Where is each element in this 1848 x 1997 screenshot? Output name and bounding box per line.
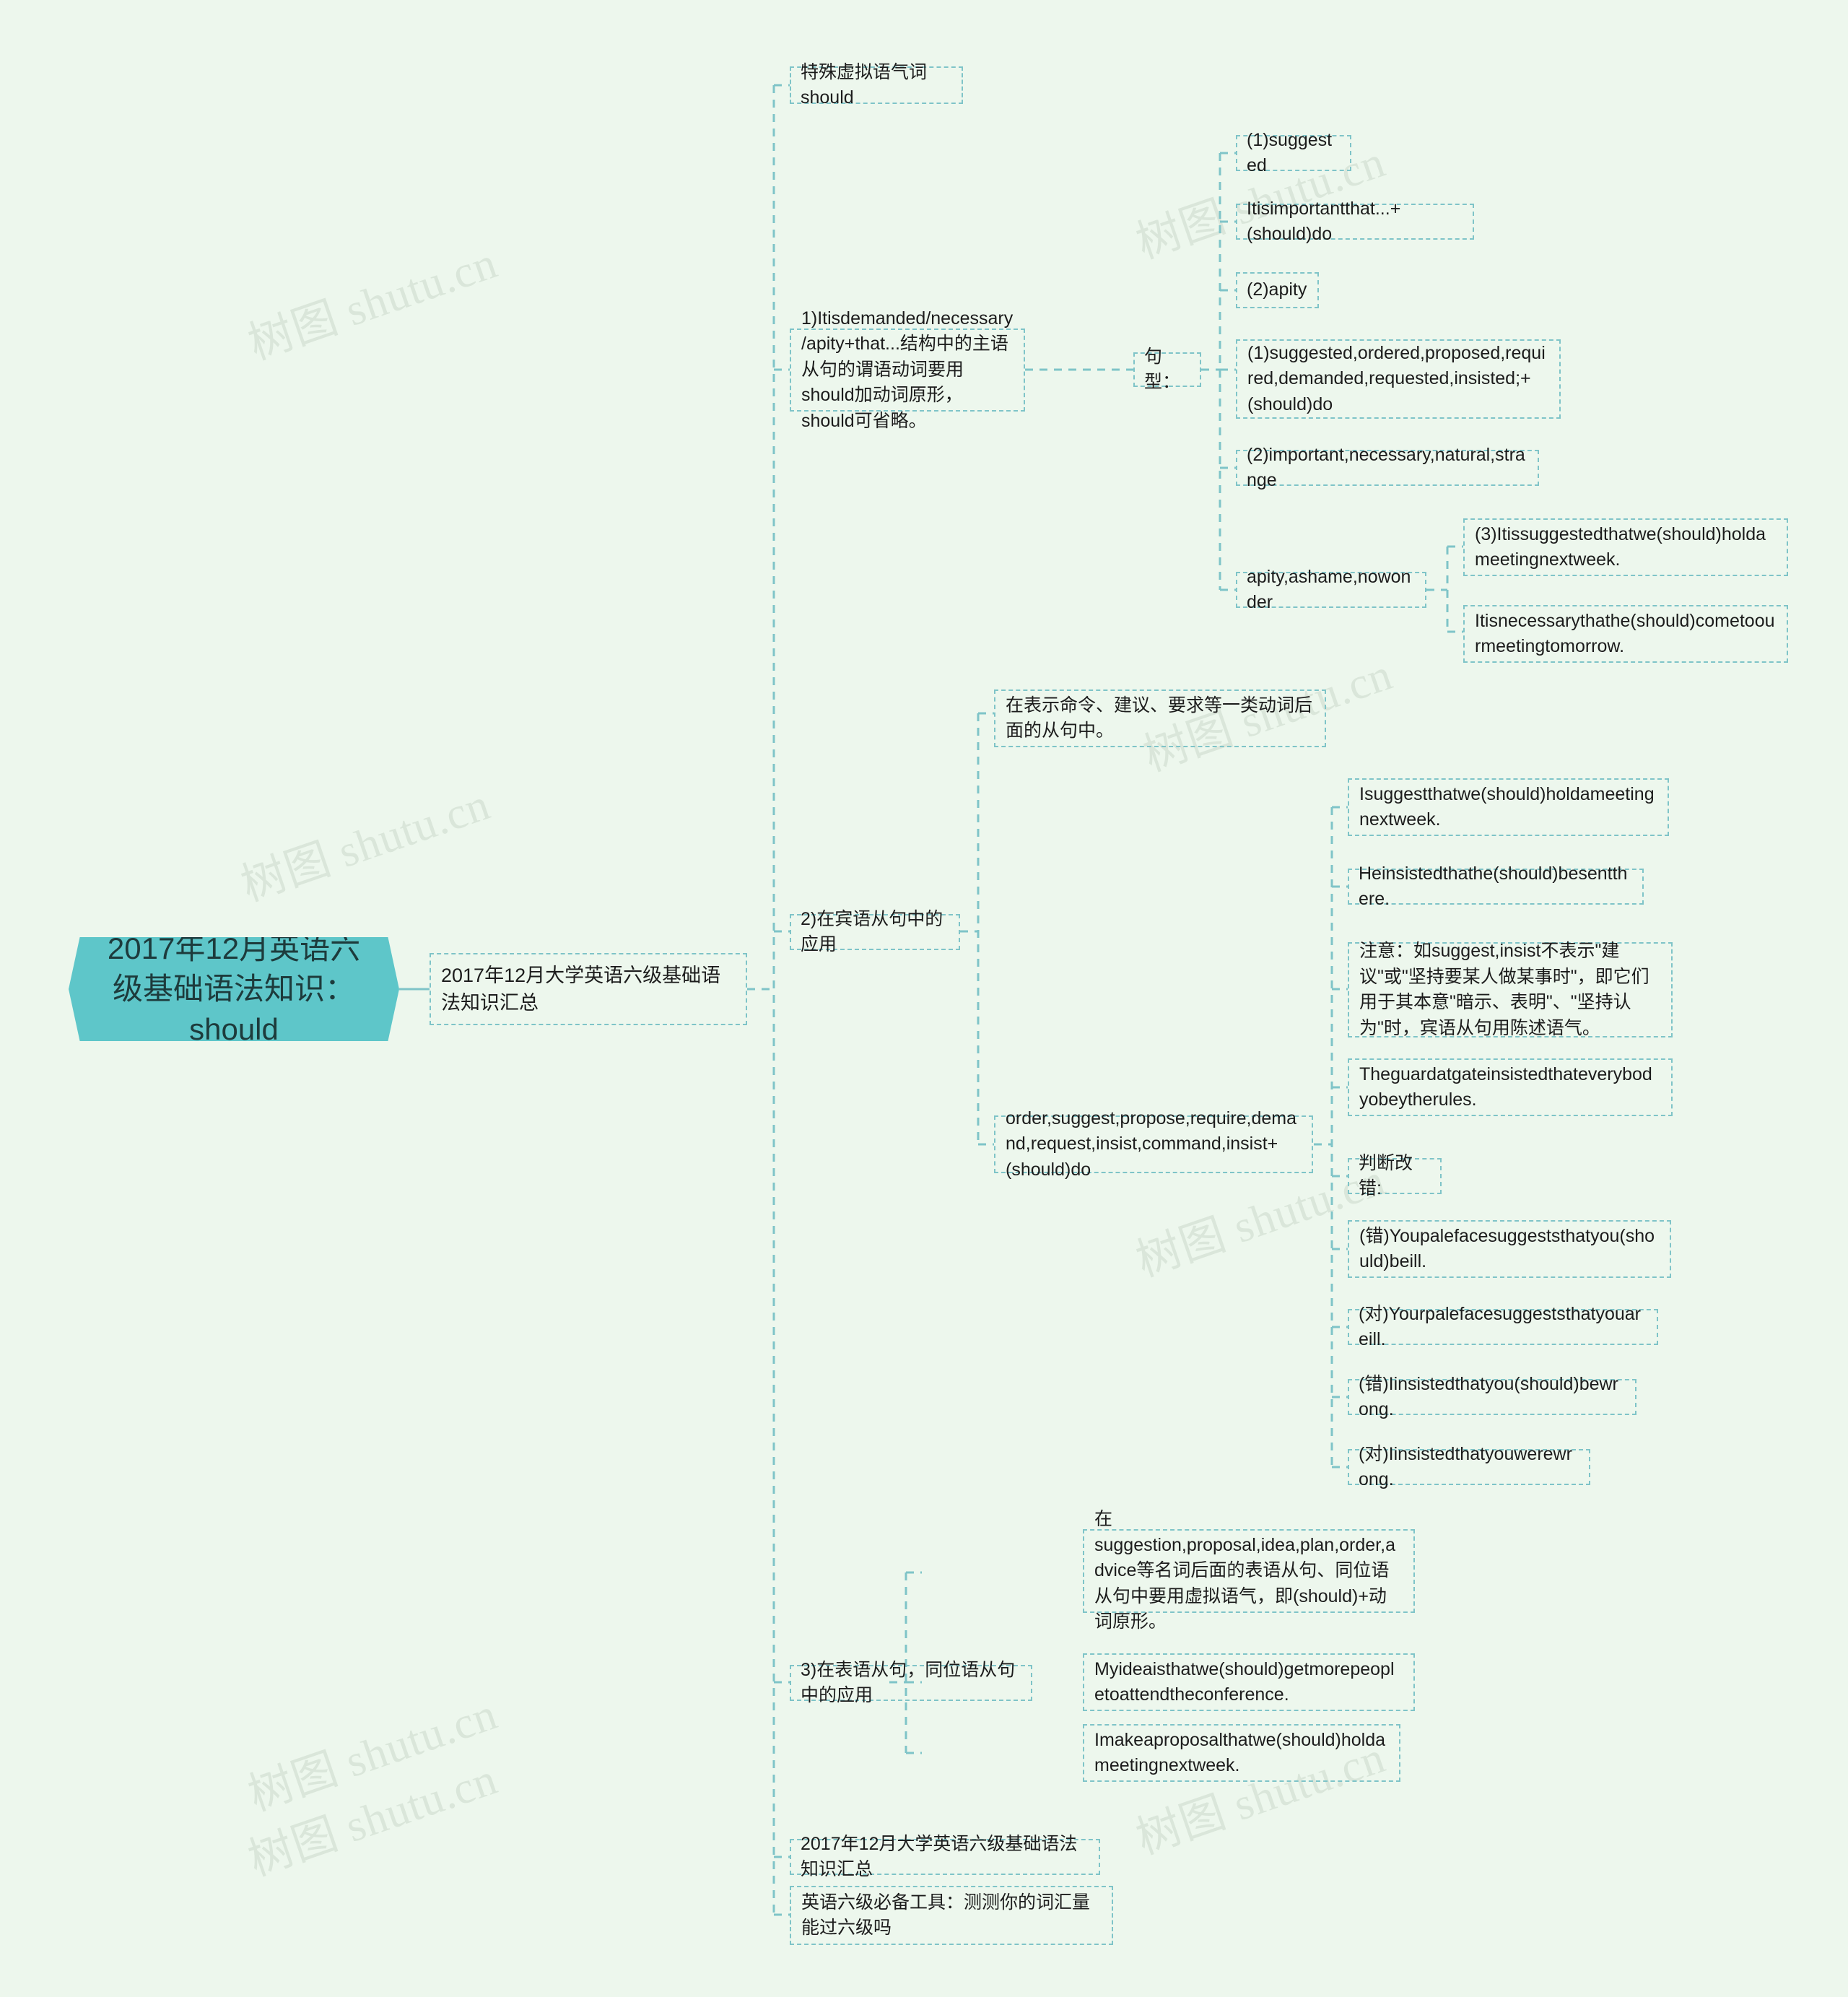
node-sentence-pattern-label: 句型： xyxy=(1144,346,1181,393)
node-pattern-3-label: (2)apity xyxy=(1247,279,1307,300)
node-branch3-example-1[interactable]: Myideaisthatwe(should)getmorepeopletoatt… xyxy=(1083,1653,1415,1711)
node-branch2-example-4[interactable]: (错)Youpalefacesuggeststhatyou(should)bei… xyxy=(1348,1220,1671,1278)
node-branch2[interactable]: 2)在宾语从句中的应用 xyxy=(790,909,960,954)
node-branch3-heading[interactable]: 在suggestion,proposal,idea,plan,order,adv… xyxy=(1083,1509,1415,1632)
node-layer: 2017年12月英语六级基础语法知识：should 2017年12月大学英语六级… xyxy=(0,0,1848,1997)
node-branch2-example-6-label: (错)Iinsistedthatyou(should)bewrong. xyxy=(1359,1373,1618,1420)
node-branch3-heading-label: 在suggestion,proposal,idea,plan,order,adv… xyxy=(1094,1509,1395,1632)
node-branch2-example-5[interactable]: (对)Yourpalefacesuggeststhatyouareill. xyxy=(1348,1304,1658,1349)
node-special-should-label: 特殊虚拟语气词should xyxy=(801,61,928,108)
node-branch2-example-1[interactable]: Isuggestthatwe(should)holdameetingnextwe… xyxy=(1348,778,1669,836)
node-special-should[interactable]: 特殊虚拟语气词should xyxy=(790,62,963,108)
node-branch2-note[interactable]: 注意：如suggest,insist不表示"建议"或"坚持要某人做某事时"，即它… xyxy=(1348,941,1673,1038)
node-branch2-example-6[interactable]: (错)Iinsistedthatyou(should)bewrong. xyxy=(1348,1374,1636,1419)
node-pattern-6-label: apity,ashame,nowonder xyxy=(1247,566,1411,613)
node-branch2-example-2[interactable]: Heinsistedthathe(should)besentthere. xyxy=(1348,863,1644,909)
node-branch3-label: 3)在表语从句，同位语从句中的应用 xyxy=(801,1659,1016,1706)
node-pattern-6-example-a-label: (3)Itissuggestedthatwe(should)holdameeti… xyxy=(1475,523,1766,570)
node-footer-summary-label: 2017年12月大学英语六级基础语法知识汇总 xyxy=(801,1833,1078,1880)
node-branch2-example-7[interactable]: (对)Iinsistedthatyouwerewrong. xyxy=(1348,1444,1590,1489)
root-node[interactable]: 2017年12月英语六级基础语法知识：should xyxy=(69,937,399,1041)
node-branch2-heading-label: 在表示命令、建议、要求等一类动词后面的从句中。 xyxy=(1006,695,1313,741)
node-pattern-6-example-a[interactable]: (3)Itissuggestedthatwe(should)holdameeti… xyxy=(1463,518,1788,576)
node-pattern-6-example-b[interactable]: Itisnecessarythathe(should)cometoourmeet… xyxy=(1463,605,1788,663)
node-branch2-label: 2)在宾语从句中的应用 xyxy=(801,908,943,955)
node-pattern-4-label: (1)suggested,ordered,proposed,required,d… xyxy=(1247,342,1546,414)
node-branch2-example-2-label: Heinsistedthathe(should)besentthere. xyxy=(1359,863,1628,910)
node-branch2-note-label: 注意：如suggest,insist不表示"建议"或"坚持要某人做某事时"，即它… xyxy=(1359,941,1649,1038)
node-branch2-example-5-label: (对)Yourpalefacesuggeststhatyouareill. xyxy=(1359,1303,1641,1350)
node-pattern-6[interactable]: apity,ashame,nowonder xyxy=(1236,567,1426,612)
node-pattern-3[interactable]: (2)apity xyxy=(1236,272,1319,308)
node-branch3-example-2[interactable]: Imakeaproposalthatwe(should)holdameeting… xyxy=(1083,1724,1400,1782)
node-pattern-4[interactable]: (1)suggested,ordered,proposed,required,d… xyxy=(1236,339,1561,419)
node-branch2-judge[interactable]: 判断改错: xyxy=(1348,1153,1442,1198)
node-branch2-example-3-label: Theguardatgateinsistedthateverybodyobeyt… xyxy=(1359,1063,1652,1110)
node-branch1[interactable]: 1)Itisdemanded/necessary/apity+that...结构… xyxy=(790,308,1025,431)
node-footer-tool-label: 英语六级必备工具：测测你的词汇量能过六级吗 xyxy=(801,1892,1091,1939)
node-branch2-verbs[interactable]: order,suggest,propose,require,demand,req… xyxy=(994,1108,1313,1180)
node-pattern-1[interactable]: (1)suggested xyxy=(1236,130,1351,175)
node-pattern-6-example-b-label: Itisnecessarythathe(should)cometoourmeet… xyxy=(1475,610,1775,657)
level1-node[interactable]: 2017年12月大学英语六级基础语法知识汇总 xyxy=(430,953,747,1025)
node-branch2-example-4-label: (错)Youpalefacesuggeststhatyou(should)bei… xyxy=(1359,1225,1655,1272)
node-branch1-label: 1)Itisdemanded/necessary/apity+that...结构… xyxy=(801,308,1014,431)
root-node-label: 2017年12月英语六级基础语法知识：should xyxy=(107,931,361,1047)
node-footer-summary[interactable]: 2017年12月大学英语六级基础语法知识汇总 xyxy=(790,1834,1100,1879)
node-pattern-5-label: (2)important,necessary,natural,strange xyxy=(1247,444,1525,491)
node-branch2-judge-label: 判断改错: xyxy=(1359,1152,1413,1199)
node-branch2-example-7-label: (对)Iinsistedthatyouwerewrong. xyxy=(1359,1443,1572,1490)
node-pattern-2[interactable]: Itisimportantthat...+(should)do xyxy=(1236,199,1474,244)
node-pattern-5[interactable]: (2)important,necessary,natural,strange xyxy=(1236,445,1539,490)
node-branch3-example-1-label: Myideaisthatwe(should)getmorepeopletoatt… xyxy=(1094,1658,1395,1705)
node-pattern-2-label: Itisimportantthat...+(should)do xyxy=(1247,198,1401,245)
node-branch2-heading[interactable]: 在表示命令、建议、要求等一类动词后面的从句中。 xyxy=(994,689,1326,747)
node-branch3-example-2-label: Imakeaproposalthatwe(should)holdameeting… xyxy=(1094,1729,1386,1776)
node-branch2-example-3[interactable]: Theguardatgateinsistedthateverybodyobeyt… xyxy=(1348,1058,1673,1116)
node-footer-tool[interactable]: 英语六级必备工具：测测你的词汇量能过六级吗 xyxy=(790,1886,1113,1945)
level1-node-label: 2017年12月大学英语六级基础语法知识汇总 xyxy=(441,964,721,1014)
node-sentence-pattern[interactable]: 句型： xyxy=(1133,347,1201,392)
node-pattern-1-label: (1)suggested xyxy=(1247,129,1333,176)
node-branch2-verbs-label: order,suggest,propose,require,demand,req… xyxy=(1006,1108,1297,1180)
node-branch3[interactable]: 3)在表语从句，同位语从句中的应用 xyxy=(790,1660,1032,1705)
node-branch2-example-1-label: Isuggestthatwe(should)holdameetingnextwe… xyxy=(1359,783,1655,830)
